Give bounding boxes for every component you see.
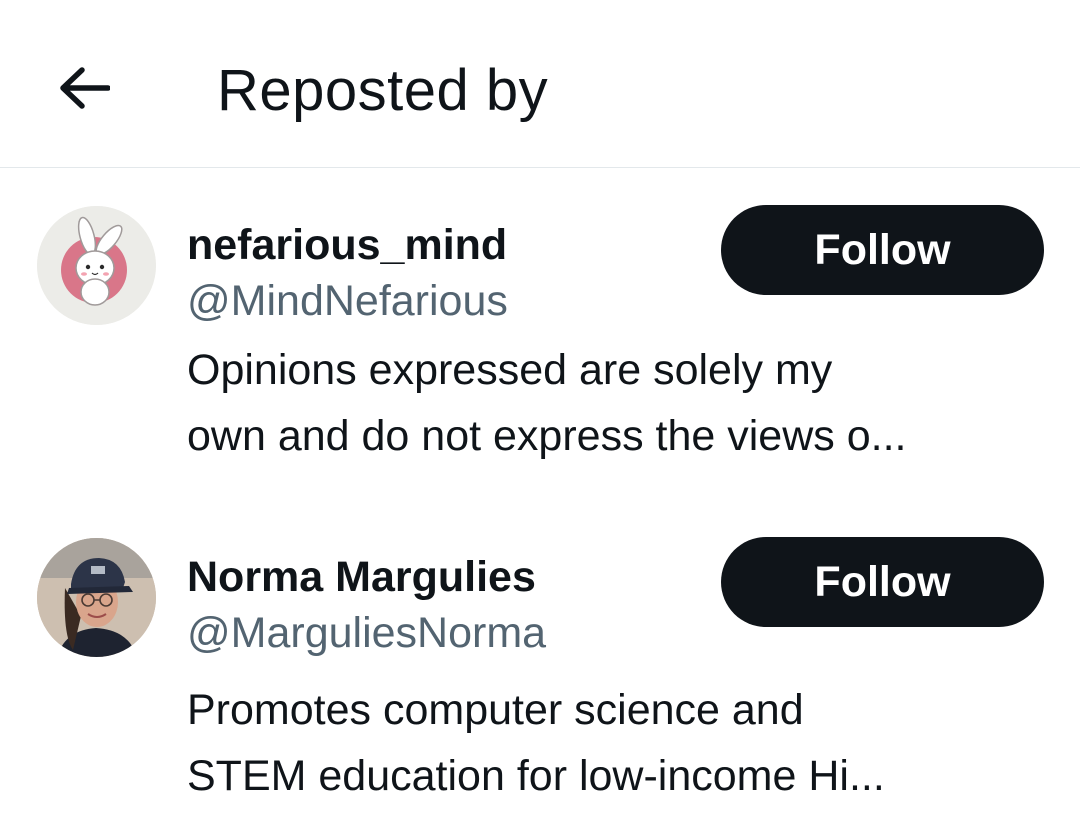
avatar[interactable]	[37, 538, 156, 657]
arrow-left-icon	[60, 67, 110, 109]
user-bio-line: own and do not express the views o...	[187, 412, 907, 460]
user-handle[interactable]: @MindNefarious	[187, 276, 508, 326]
bunny-avatar-icon	[37, 206, 156, 325]
user-list-item[interactable]: Norma Margulies @MarguliesNorma Promotes…	[0, 500, 1080, 820]
display-name[interactable]: Norma Margulies	[187, 552, 536, 602]
user-bio-line: Opinions expressed are solely my	[187, 346, 833, 394]
page-title: Reposted by	[217, 58, 549, 123]
back-button[interactable]	[46, 50, 122, 126]
display-name[interactable]: nefarious_mind	[187, 220, 507, 270]
header-bar: Reposted by	[0, 0, 1080, 168]
user-bio-line: STEM education for low-income Hi...	[187, 752, 885, 800]
person-photo-avatar-icon	[37, 538, 156, 657]
follow-button[interactable]: Follow	[721, 537, 1044, 627]
avatar[interactable]	[37, 206, 156, 325]
user-handle[interactable]: @MarguliesNorma	[187, 608, 546, 658]
follow-button[interactable]: Follow	[721, 205, 1044, 295]
user-bio-line: Promotes computer science and	[187, 686, 804, 734]
user-list-item[interactable]: nefarious_mind @MindNefarious Opinions e…	[0, 168, 1080, 488]
